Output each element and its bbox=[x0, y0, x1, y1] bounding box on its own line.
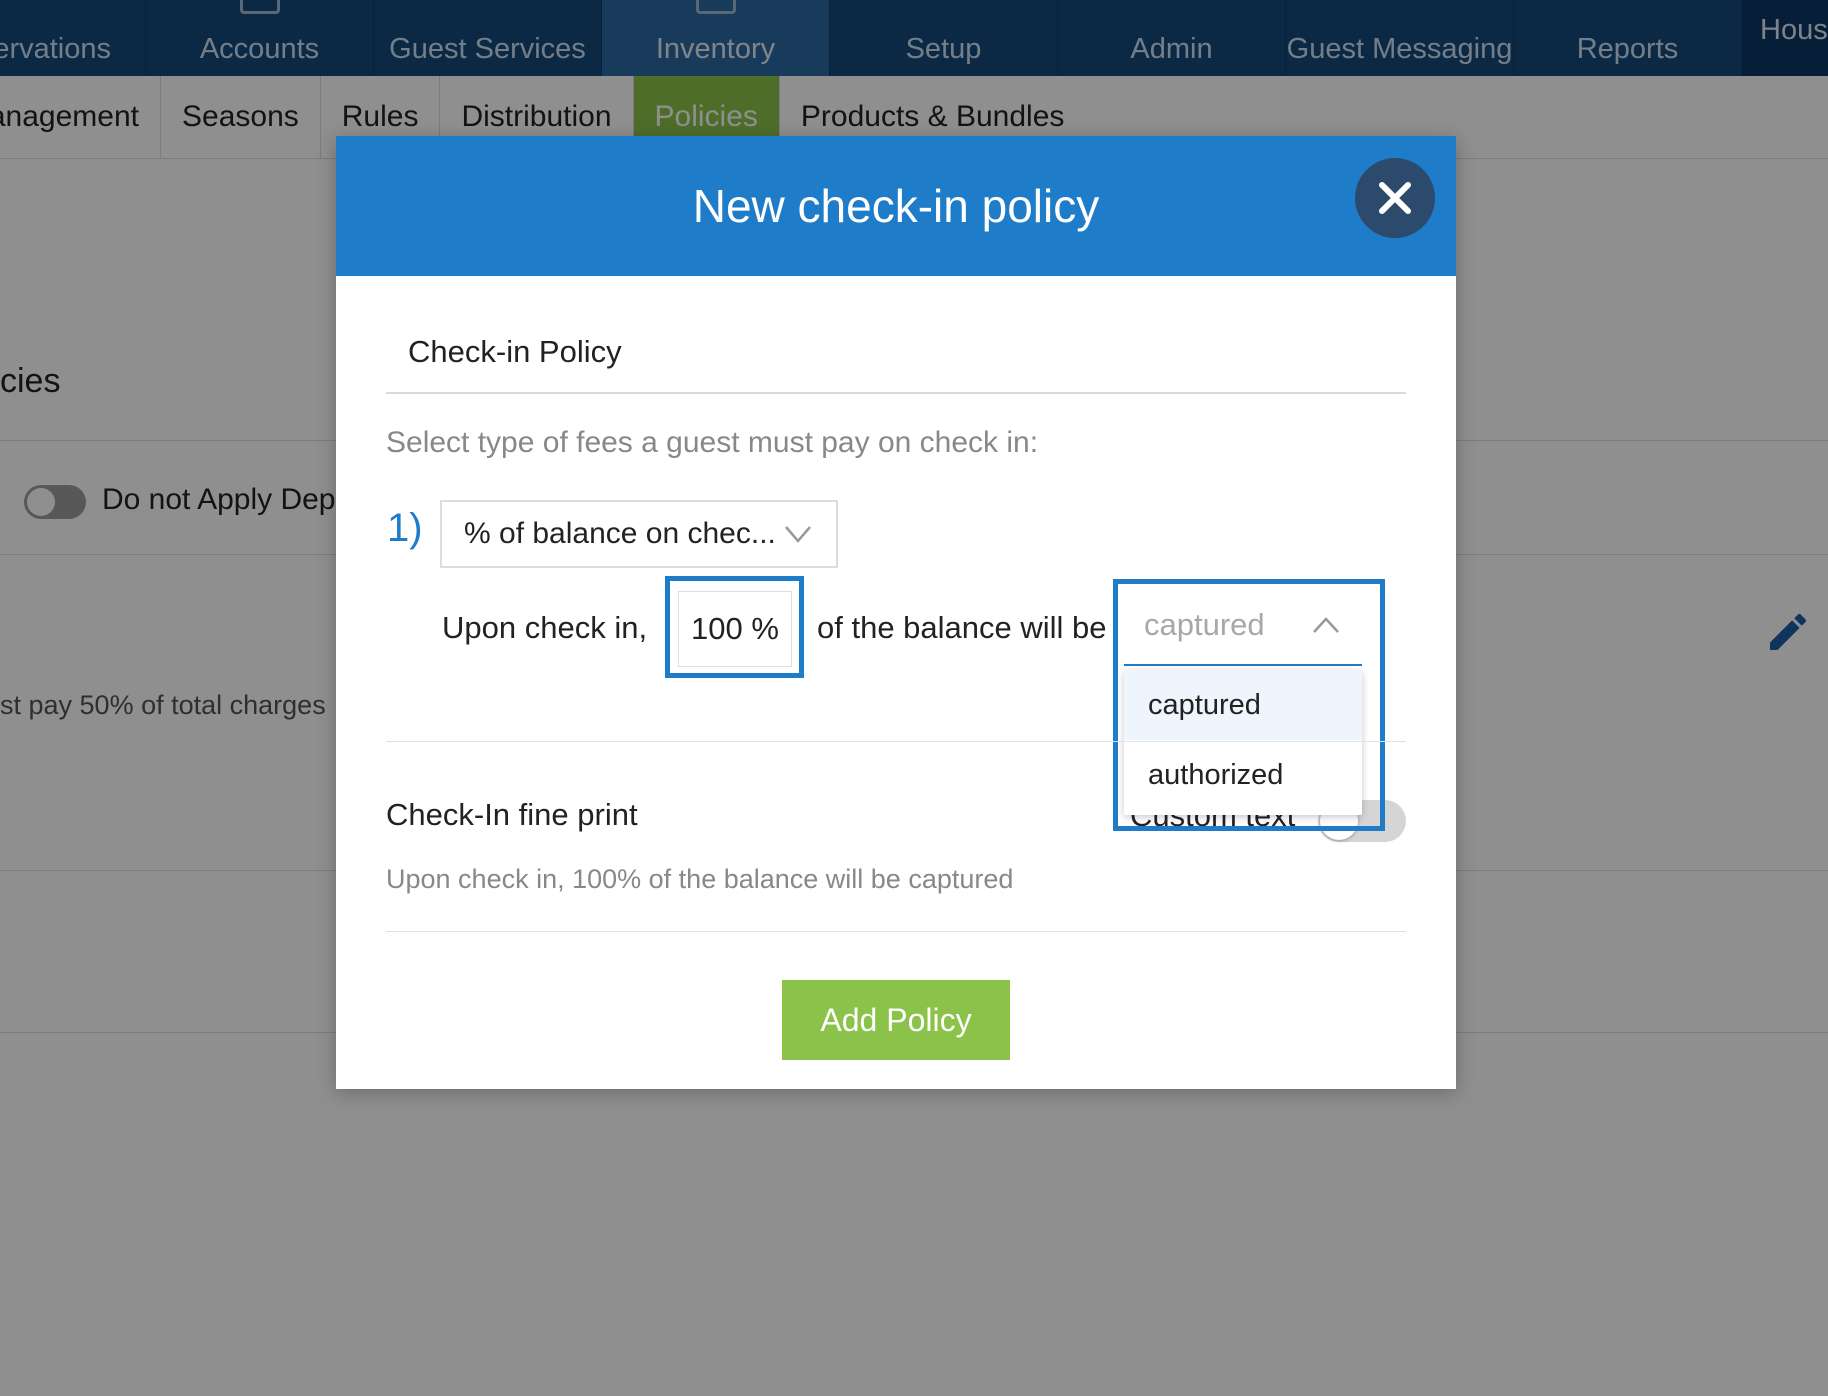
divider bbox=[386, 392, 1406, 394]
upon-checkin-label: Upon check in, bbox=[442, 610, 648, 645]
add-policy-button[interactable]: Add Policy bbox=[782, 980, 1010, 1060]
modal-title: New check-in policy bbox=[692, 180, 1100, 232]
percent-input-highlight: 100 % bbox=[665, 576, 804, 678]
fine-print-title: Check-In fine print bbox=[386, 797, 638, 832]
modal-header: New check-in policy bbox=[336, 136, 1456, 276]
fine-print-text: Upon check in, 100% of the balance will … bbox=[386, 864, 1014, 894]
divider bbox=[386, 931, 1406, 932]
percent-input[interactable]: 100 % bbox=[678, 591, 792, 667]
divider bbox=[386, 741, 1406, 742]
step-number: 1) bbox=[387, 506, 423, 550]
fee-type-value: % of balance on chec... bbox=[464, 517, 776, 550]
section-title: Check-in Policy bbox=[408, 334, 622, 369]
dropdown-highlight bbox=[1113, 579, 1385, 831]
close-icon bbox=[1379, 182, 1411, 214]
new-checkin-policy-modal: New check-in policy Check-in Policy Sele… bbox=[336, 136, 1456, 1089]
instruction-text: Select type of fees a guest must pay on … bbox=[386, 426, 1039, 459]
fee-type-select[interactable]: % of balance on chec... bbox=[440, 500, 838, 568]
close-button[interactable] bbox=[1355, 158, 1435, 238]
chevron-down-icon bbox=[785, 526, 811, 543]
balance-label: of the balance will be bbox=[817, 610, 1107, 645]
